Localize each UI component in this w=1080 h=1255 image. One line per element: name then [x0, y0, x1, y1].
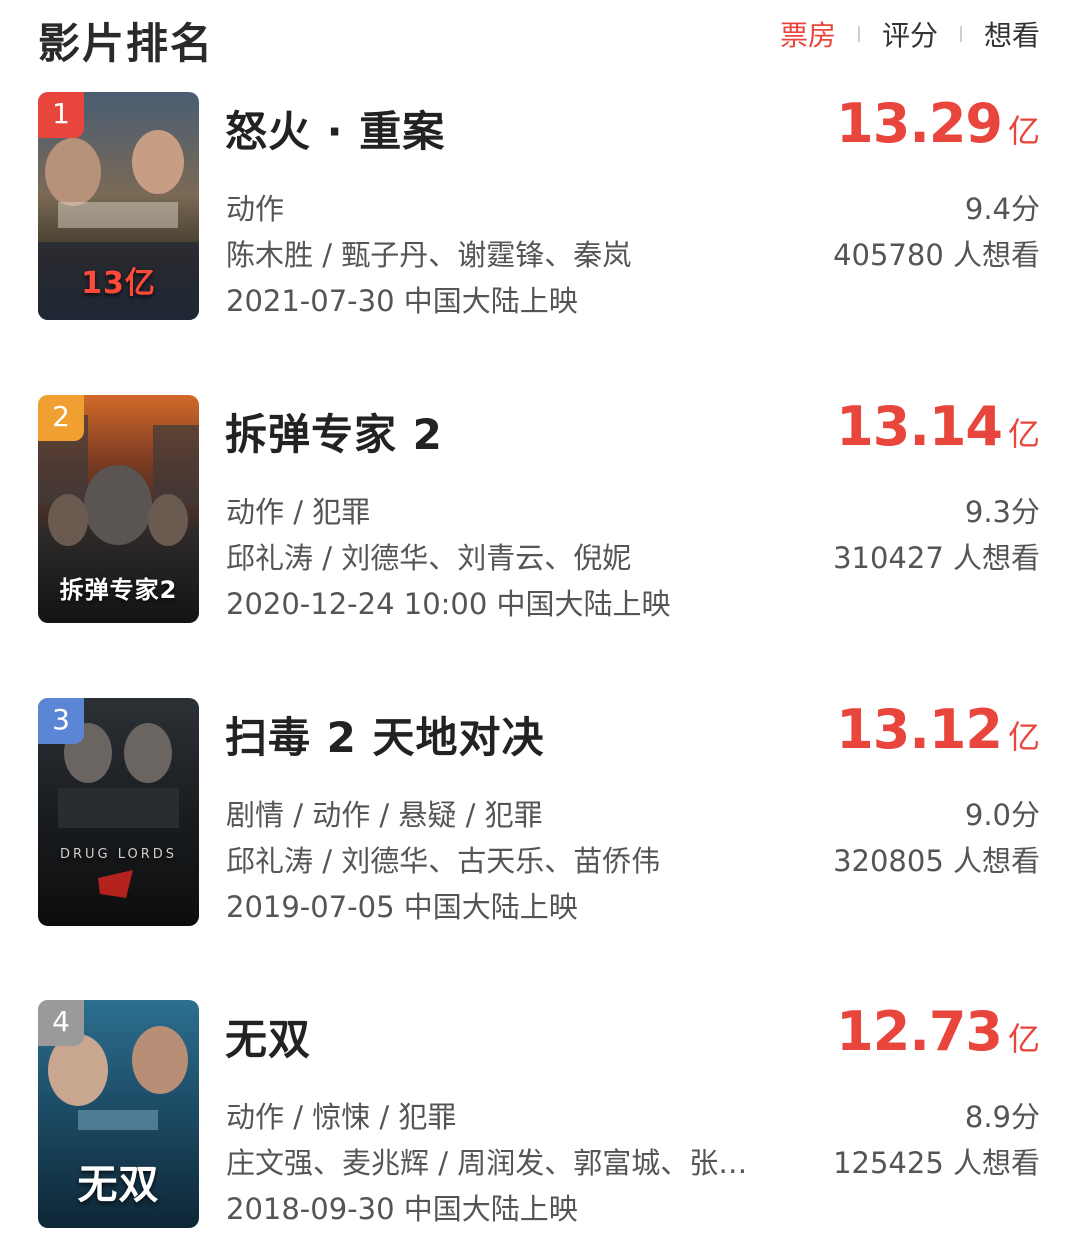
boxoffice: 12.73 亿	[836, 1000, 1040, 1063]
movie-row[interactable]: DRUG LORDS 3 扫毒 2 天地对决 13.12 亿 剧情 / 动作 / …	[0, 698, 1080, 930]
movie-row[interactable]: 无双 4 无双 12.73 亿 动作 / 惊悚 / 犯罪 8.9分 庄文强、麦兆辉…	[0, 1000, 1080, 1232]
boxoffice-unit: 亿	[1007, 718, 1040, 756]
poster-caption: 无双	[77, 1162, 160, 1208]
release-date: 2020-12-24 10:00 中国大陆上映	[226, 587, 671, 621]
movie-cast: 邱礼涛 / 刘德华、古天乐、苗侨伟	[226, 844, 661, 878]
want-count: 310427 人想看	[833, 541, 1040, 575]
tab-boxoffice[interactable]: 票房	[780, 14, 836, 54]
movie-genre: 剧情 / 动作 / 悬疑 / 犯罪	[226, 798, 543, 832]
movie-genre: 动作 / 惊悚 / 犯罪	[226, 1100, 457, 1134]
boxoffice-unit: 亿	[1007, 112, 1040, 150]
movie-genre: 动作	[226, 192, 285, 226]
movie-score: 9.0分	[964, 798, 1040, 832]
movie-title[interactable]: 怒火 · 重案	[225, 98, 445, 159]
movie-poster[interactable]: 无双 4	[38, 1000, 199, 1228]
boxoffice-unit: 亿	[1007, 415, 1040, 453]
poster-caption: DRUG LORDS	[59, 847, 178, 862]
boxoffice-value: 13.14	[836, 395, 1003, 458]
release-date: 2021-07-30 中国大陆上映	[226, 284, 578, 318]
rank-badge: 3	[38, 698, 84, 744]
release-date: 2019-07-05 中国大陆上映	[226, 890, 578, 924]
tab-score[interactable]: 评分	[882, 14, 938, 54]
tab-divider	[959, 26, 962, 42]
tab-divider	[857, 26, 860, 42]
header: 影片排名 票房 评分 想看	[0, 0, 1080, 72]
movie-poster[interactable]: 拆弹专家2 2	[38, 395, 199, 623]
movie-row[interactable]: 13亿 1 怒火 · 重案 13.29 亿 动作 9.4分 陈木胜 / 甄子丹、谢…	[0, 92, 1080, 324]
movie-poster[interactable]: DRUG LORDS 3	[38, 698, 199, 926]
poster-caption: 拆弹专家2	[59, 576, 178, 604]
rank-badge: 4	[38, 1000, 84, 1046]
boxoffice: 13.14 亿	[836, 395, 1040, 458]
tab-want[interactable]: 想看	[984, 14, 1040, 54]
movie-title[interactable]: 无双	[225, 1006, 311, 1067]
movie-score: 9.4分	[964, 192, 1040, 226]
want-count: 320805 人想看	[833, 844, 1040, 878]
movie-genre: 动作 / 犯罪	[226, 495, 371, 529]
boxoffice-value: 13.12	[836, 698, 1003, 761]
boxoffice-value: 12.73	[836, 1000, 1003, 1063]
movie-title[interactable]: 扫毒 2 天地对决	[225, 704, 544, 765]
boxoffice-unit: 亿	[1007, 1020, 1040, 1058]
movie-score: 8.9分	[964, 1100, 1040, 1134]
want-count: 125425 人想看	[833, 1146, 1040, 1180]
movie-title[interactable]: 拆弹专家 2	[225, 401, 443, 462]
movie-poster[interactable]: 13亿 1	[38, 92, 199, 320]
boxoffice: 13.29 亿	[836, 92, 1040, 155]
sort-tabs: 票房 评分 想看	[780, 14, 1040, 54]
boxoffice-value: 13.29	[836, 92, 1003, 155]
movie-row[interactable]: 拆弹专家2 2 拆弹专家 2 13.14 亿 动作 / 犯罪 9.3分 邱礼涛 /…	[0, 395, 1080, 627]
want-count: 405780 人想看	[833, 238, 1040, 272]
movie-score: 9.3分	[964, 495, 1040, 529]
poster-caption: 13亿	[81, 266, 156, 301]
movie-cast: 庄文强、麦兆辉 / 周润发、郭富城、张…	[226, 1146, 748, 1180]
movie-ranking-page: 影片排名 票房 评分 想看 13亿 1 怒火 · 重案 13.29 亿 动作 9…	[0, 0, 1080, 1255]
page-title: 影片排名	[38, 19, 215, 68]
boxoffice: 13.12 亿	[836, 698, 1040, 761]
rank-badge: 2	[38, 395, 84, 441]
movie-cast: 陈木胜 / 甄子丹、谢霆锋、秦岚	[226, 238, 632, 272]
rank-badge: 1	[38, 92, 84, 138]
release-date: 2018-09-30 中国大陆上映	[226, 1192, 578, 1226]
movie-cast: 邱礼涛 / 刘德华、刘青云、倪妮	[226, 541, 632, 575]
